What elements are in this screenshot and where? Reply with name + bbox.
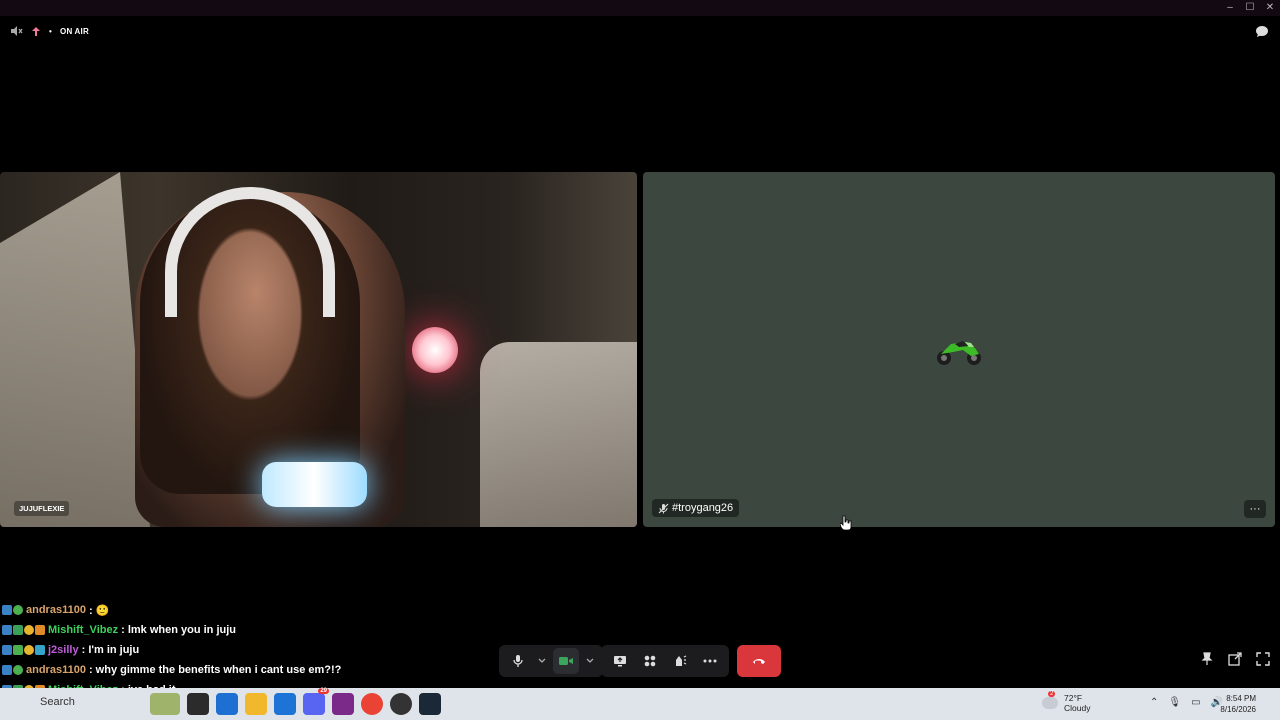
store-icon[interactable] xyxy=(274,693,296,715)
microphone-light xyxy=(262,462,367,507)
discord-badge: 29 xyxy=(318,688,329,694)
pin-icon[interactable] xyxy=(1200,652,1214,666)
participant-name: #troygang26 xyxy=(672,502,734,514)
chevron-down-icon[interactable] xyxy=(583,648,597,674)
activity-controls xyxy=(601,645,729,677)
minimize-button[interactable]: – xyxy=(1224,2,1236,13)
clock[interactable]: 8:54 PM 8/16/2026 xyxy=(1220,693,1256,715)
window-controls: – ☐ ✕ xyxy=(1224,2,1276,13)
chat-message: andras1100 : 🙂 xyxy=(2,600,422,620)
close-button[interactable]: ✕ xyxy=(1264,2,1276,13)
chat-text: : why gimme the benefits when i cant use… xyxy=(88,664,342,676)
file-explorer-icon[interactable] xyxy=(245,693,267,715)
participant-name-tag: JUJUFLEXIE xyxy=(14,501,70,516)
chat-text: : lmk when you in juju xyxy=(121,624,237,636)
hand-cursor-icon xyxy=(839,515,852,536)
soundboard-icon[interactable] xyxy=(667,648,693,674)
hangup-icon xyxy=(752,657,766,665)
chevron-up-icon[interactable]: ⌃ xyxy=(1150,697,1158,708)
audio-video-controls xyxy=(499,645,603,677)
chat-username[interactable]: j2silly xyxy=(48,644,79,656)
chat-message: Mishift_Vibez : lmk when you in juju xyxy=(2,620,422,640)
hangup-button[interactable] xyxy=(737,645,781,677)
weather-desc: Cloudy xyxy=(1064,703,1091,713)
user-badges xyxy=(2,625,45,635)
motorcycle-avatar xyxy=(937,341,981,365)
widget-image-icon[interactable] xyxy=(150,693,180,715)
dot-separator: • xyxy=(49,26,53,36)
view-controls xyxy=(1200,652,1270,666)
popout-icon[interactable] xyxy=(1228,652,1242,666)
weather-alert-badge: 2 xyxy=(1048,691,1056,697)
edge-browser-icon[interactable] xyxy=(216,693,238,715)
weather-temp: 72°F xyxy=(1064,693,1083,703)
couch-backdrop xyxy=(480,342,637,527)
title-bar xyxy=(0,0,1280,16)
chair-backdrop xyxy=(0,172,150,527)
chat-bubble-icon[interactable] xyxy=(1254,24,1270,40)
network-icon[interactable]: ▭ xyxy=(1191,697,1200,708)
discord-icon[interactable]: 29 xyxy=(303,688,329,715)
user-badges xyxy=(2,605,23,615)
weather-widget[interactable]: 2 72°F Cloudy xyxy=(1042,691,1091,713)
user-badges xyxy=(2,665,23,675)
taskbar: Search 29 2 72°F Cloudy ⌃ 🎙 ▭ 🔊 8:54 PM … xyxy=(0,688,1280,720)
activities-icon[interactable] xyxy=(637,648,663,674)
taskbar-apps: 29 xyxy=(150,688,441,715)
chat-username[interactable]: Mishift_Vibez xyxy=(48,624,118,636)
lamp-light xyxy=(412,327,458,373)
chat-username[interactable]: andras1100 xyxy=(26,664,86,676)
stream-status: • ON AIR xyxy=(10,25,89,37)
chat-text: : 🙂 xyxy=(88,604,110,617)
music-app-icon[interactable] xyxy=(332,693,354,715)
stream-icon xyxy=(31,26,41,37)
participant-name-tag-right: #troygang26 xyxy=(652,499,740,517)
fullscreen-icon[interactable] xyxy=(1256,652,1270,666)
on-air-label: ON AIR xyxy=(60,26,89,36)
clock-date: 8/16/2026 xyxy=(1220,705,1256,714)
clock-time: 8:54 PM xyxy=(1226,694,1256,703)
more-icon[interactable] xyxy=(697,648,723,674)
microphone-muted-icon xyxy=(658,503,669,514)
chat-text: : I'm in juju xyxy=(81,644,140,656)
chat-message: j2silly : I'm in juju xyxy=(2,640,422,660)
microphone-tray-icon[interactable]: 🎙 xyxy=(1168,697,1181,708)
camera-icon[interactable] xyxy=(553,648,579,674)
system-tray: ⌃ 🎙 ▭ 🔊 xyxy=(1150,697,1223,708)
steam-icon[interactable] xyxy=(419,693,441,715)
obs-icon[interactable] xyxy=(390,693,412,715)
chat-overlay: andras1100 : 🙂 Mishift_Vibez : lmk when … xyxy=(2,600,422,700)
user-badges xyxy=(2,645,45,655)
tile-more-button[interactable]: ··· xyxy=(1244,500,1266,518)
chat-username[interactable]: andras1100 xyxy=(26,604,86,616)
video-tile-jujuflexie[interactable]: JUJUFLEXIE xyxy=(0,172,637,527)
speaker-muted-icon[interactable] xyxy=(10,25,23,37)
taskbar-search[interactable]: Search xyxy=(40,696,75,708)
chat-message: andras1100 : why gimme the benefits when… xyxy=(2,660,422,680)
cloud-icon: 2 xyxy=(1042,691,1058,709)
video-tile-troygang26[interactable]: #troygang26 ··· xyxy=(643,172,1275,527)
chevron-down-icon[interactable] xyxy=(535,648,549,674)
task-view-icon[interactable] xyxy=(187,693,209,715)
microphone-icon[interactable] xyxy=(505,648,531,674)
maximize-button[interactable]: ☐ xyxy=(1244,2,1256,13)
chrome-icon[interactable] xyxy=(361,693,383,715)
screen-share-icon[interactable] xyxy=(607,648,633,674)
